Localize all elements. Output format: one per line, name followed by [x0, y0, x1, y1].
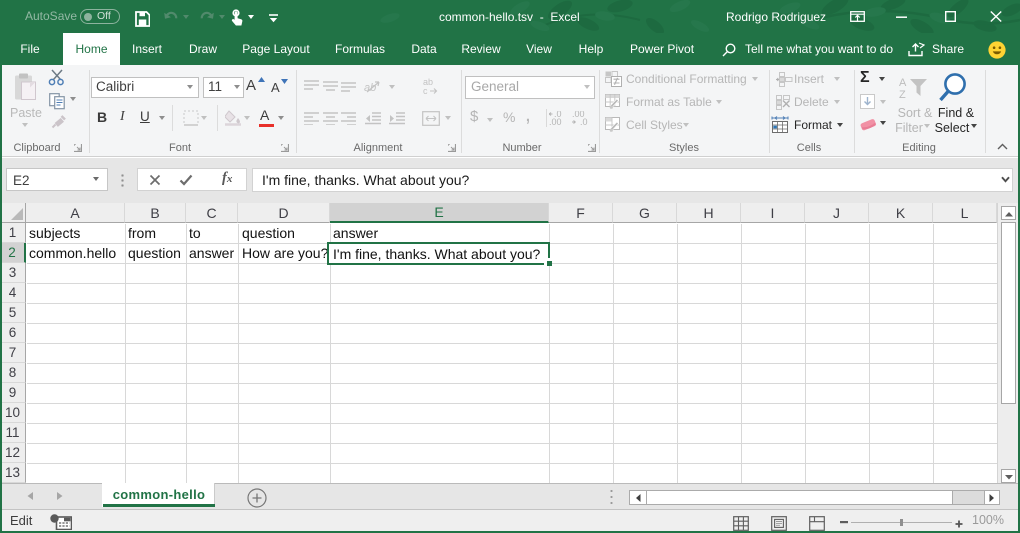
svg-text:ab: ab: [364, 82, 376, 94]
svg-text:.0: .0: [554, 111, 562, 119]
svg-text:Z: Z: [899, 89, 906, 99]
svg-text:c: c: [423, 86, 428, 95]
svg-text:A: A: [899, 77, 907, 89]
svg-text:.0: .0: [580, 117, 588, 126]
